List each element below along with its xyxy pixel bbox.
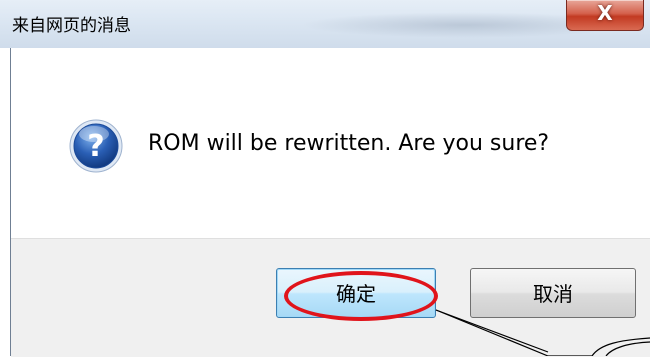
callout-bubble-edge — [435, 309, 549, 353]
callout-bubble-curve — [605, 341, 650, 356]
callout-bubble — [435, 309, 650, 356]
message-dialog: 来自网页的消息 X ? ROM will be rewritten. Are y… — [0, 0, 650, 357]
callout-annotation — [435, 309, 650, 356]
